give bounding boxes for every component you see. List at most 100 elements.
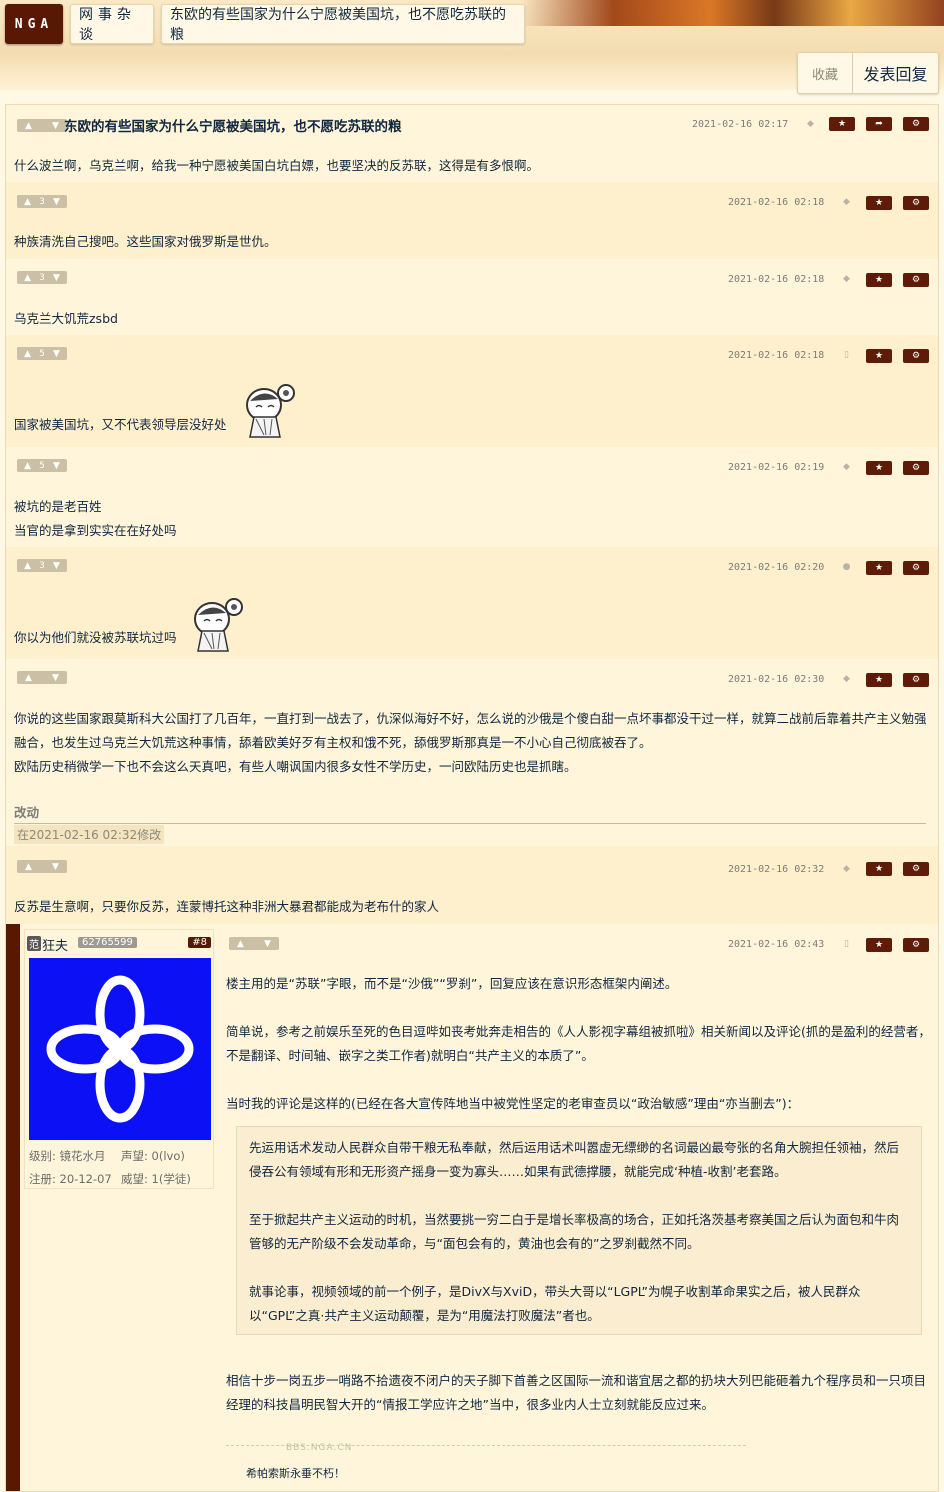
settings-button[interactable]: ⚙ (903, 862, 929, 876)
post-date: 2021-02-16 02:19 (728, 462, 825, 473)
star-button[interactable]: ★ (866, 273, 892, 287)
quote-para: 先运用话术发动人民群众自带干粮无私奉献，然后运用话术叫嚣虚无缥缈的名词最凶最夸张… (249, 1140, 900, 1179)
thumb-down-icon[interactable]: ▼ (53, 349, 60, 359)
post-content: 国家被美国坑，又不代表领导层没好处 (14, 417, 227, 432)
star-button[interactable]: ★ (829, 117, 855, 131)
thumb-down-icon[interactable]: ▼ (53, 461, 60, 471)
vote-widget[interactable]: ▲ 3 ▼ (17, 559, 67, 572)
user-fame: 声望: 0(lvo) (121, 1149, 185, 1163)
favorite-button[interactable]: 收藏 (798, 64, 852, 83)
star-icon: ★ (874, 351, 884, 361)
breadcrumb-forum[interactable]: 网事杂谈 (70, 4, 154, 44)
vote-widget[interactable]: ▲ ▼ (17, 860, 67, 873)
vote-widget[interactable]: ▲ 3 ▼ (17, 195, 67, 208)
settings-button[interactable]: ⚙ (903, 349, 929, 363)
star-button[interactable]: ★ (866, 561, 892, 575)
star-button[interactable]: ★ (866, 349, 892, 363)
post-content: 反苏是生意啊，只要你反苏，连蒙博托这种非洲大暴君都能成为老布什的家人 (14, 899, 440, 914)
thumb-up-icon[interactable]: ▲ (25, 121, 32, 131)
share-button[interactable]: ➦ (866, 117, 892, 131)
vote-widget[interactable]: ▲ ▼ (17, 671, 67, 684)
post-6: ▲ ▼ 2021-02-16 02:30 ◆ ★ ⚙ 你说的这些国家跟莫斯科大公国… (6, 659, 938, 846)
settings-button[interactable]: ⚙ (903, 673, 929, 687)
thumb-down-icon[interactable]: ▼ (52, 673, 59, 683)
post-1: ▲ 3 ▼ 2021-02-16 02:18 ◆ ★ ⚙ 种族清洗自己搜吧。这些国家… (6, 182, 938, 259)
vote-count: 5 (39, 460, 45, 471)
android-icon: ◆ (843, 197, 850, 207)
gear-icon: ⚙ (911, 463, 921, 473)
post-4: ▲ 5 ▼ 2021-02-16 02:19 ◆ ★ ⚙ 被坑的是老百姓 当官的是拿… (6, 447, 938, 547)
star-button[interactable]: ★ (866, 196, 892, 210)
vote-count: 5 (39, 348, 45, 359)
thumb-down-icon[interactable]: ▼ (53, 273, 60, 283)
reply-button[interactable]: 发表回复 (852, 53, 938, 93)
vote-count: 3 (39, 272, 45, 283)
thumb-down-icon[interactable]: ▼ (264, 939, 271, 949)
settings-button[interactable]: ⚙ (903, 196, 929, 210)
vote-widget[interactable]: ▲ 3 ▼ (17, 271, 67, 284)
gear-icon: ⚙ (911, 563, 921, 573)
thumb-up-icon[interactable]: ▲ (24, 273, 31, 283)
phone-icon: ▯ (844, 939, 849, 949)
post-content: 种族清洗自己搜吧。这些国家对俄罗斯是世仇。 (14, 234, 277, 249)
thumb-down-icon[interactable]: ▼ (53, 197, 60, 207)
gear-icon: ⚙ (911, 675, 921, 685)
thumb-down-icon[interactable]: ▼ (52, 862, 59, 872)
post-date: 2021-02-16 02:20 (728, 562, 825, 573)
thumb-up-icon[interactable]: ▲ (25, 673, 32, 683)
settings-button[interactable]: ⚙ (903, 938, 929, 952)
star-icon: ★ (874, 463, 884, 473)
gear-icon: ⚙ (911, 351, 921, 361)
user-level: 级别: 镜花水月 (29, 1149, 106, 1163)
settings-button[interactable]: ⚙ (903, 273, 929, 287)
star-button[interactable]: ★ (866, 673, 892, 687)
thumb-up-icon[interactable]: ▲ (24, 561, 31, 571)
star-icon: ★ (874, 275, 884, 285)
star-button[interactable]: ★ (866, 938, 892, 952)
post-date: 2021-02-16 02:18 (728, 350, 825, 361)
username-link[interactable]: 狂夫 (42, 935, 68, 954)
avatar[interactable] (29, 958, 211, 1140)
user-tag: 范 (27, 936, 41, 951)
user-reg-date: 注册: 20-12-07 (29, 1172, 112, 1186)
post-date: 2021-02-16 02:30 (728, 674, 825, 685)
thumb-up-icon[interactable]: ▲ (237, 939, 244, 949)
breadcrumb-thread[interactable]: 东欧的有些国家为什么宁愿被美国坑，也不愿吃苏联的粮 (161, 4, 525, 44)
post-content: 什么波兰啊，乌克兰啊，给我一种宁愿被美国白坑白嫖，也要坚决的反苏联，这得是有多恨… (14, 158, 540, 173)
post-content-para: 欧陆历史稍微学一下也不会这么天真吧，有些人嘲讽国内很多女性不学历史，一问欧陆历史… (14, 759, 577, 774)
user-id-badge[interactable]: 62765599 (78, 937, 137, 948)
thumb-down-icon[interactable]: ▼ (53, 561, 60, 571)
quote-para: 就事论事，视频领域的前一个例子，是DivX与XviD，带头大哥以“LGPL”为幌… (249, 1284, 861, 1323)
post-date: 2021-02-16 02:17 (692, 119, 789, 130)
star-button[interactable]: ★ (866, 461, 892, 475)
vote-widget[interactable]: ▲ 5 ▼ (17, 347, 67, 360)
watermark: BBS.NGA.CN (286, 1443, 353, 1453)
star-button[interactable]: ★ (866, 862, 892, 876)
vote-widget[interactable]: ▲ ▼ (229, 937, 279, 950)
vote-widget[interactable]: ▲ 5 ▼ (17, 459, 67, 472)
quote-para: 至于掀起共产主义运动的时机，当然要挑一穷二白于是增长率极高的场合，正如托洛茨基考… (249, 1212, 900, 1251)
settings-button[interactable]: ⚙ (903, 561, 929, 575)
quote-block: 先运用话术发动人民群众自带干粮无私奉献，然后运用话术叫嚣虚无缥缈的名词最凶最夸张… (236, 1126, 922, 1335)
gear-icon: ⚙ (911, 198, 921, 208)
vote-widget[interactable]: ▲ ▼ (17, 119, 67, 132)
settings-button[interactable]: ⚙ (903, 461, 929, 475)
star-icon: ★ (874, 198, 884, 208)
thumb-up-icon[interactable]: ▲ (24, 461, 31, 471)
settings-button[interactable]: ⚙ (903, 117, 929, 131)
post-3: ▲ 5 ▼ 2021-02-16 02:18 ▯ ★ ⚙ 国家被美国坑，又不代表领导… (6, 335, 938, 447)
nga-logo[interactable]: NGA (5, 4, 63, 44)
thumb-up-icon[interactable]: ▲ (24, 197, 31, 207)
star-icon: ★ (874, 675, 884, 685)
thumb-up-icon[interactable]: ▲ (24, 349, 31, 359)
post-content: 乌克兰大饥荒zsbd (14, 311, 118, 326)
thumb-up-icon[interactable]: ▲ (25, 862, 32, 872)
post-title: 东欧的有些国家为什么宁愿被美国坑，也不愿吃苏联的粮 (64, 119, 402, 135)
post-content-para: 简单说，参考之前娱乐至死的色目逗哔如丧考妣奔走相告的《人人影视字幕组被抓啦》相关… (226, 1024, 931, 1063)
gear-icon: ⚙ (911, 940, 921, 950)
post-7: ▲ ▼ 2021-02-16 02:32 ◆ ★ ⚙ 反苏是生意啊，只要你反苏，连… (6, 846, 938, 924)
floor-number[interactable]: #8 (188, 937, 211, 948)
thumb-down-icon[interactable]: ▼ (52, 121, 59, 131)
post-content: 你以为他们就没被苏联坑过吗 (14, 630, 177, 645)
header-banner-art (520, 0, 944, 26)
